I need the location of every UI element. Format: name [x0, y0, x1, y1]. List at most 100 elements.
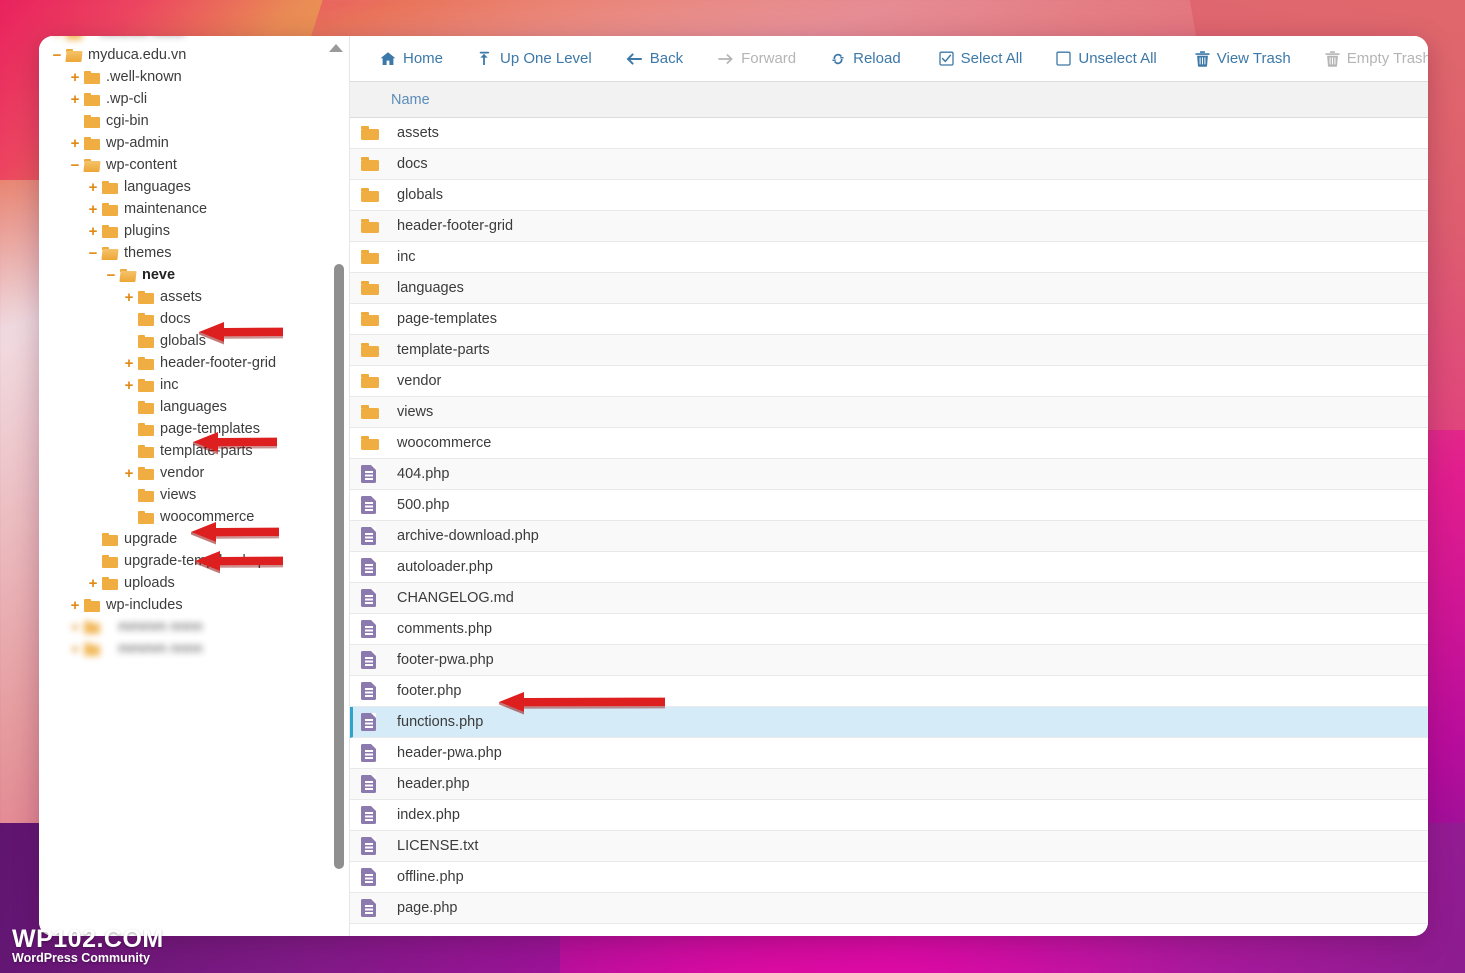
tree-item-globals[interactable]: globals	[39, 330, 335, 352]
tree-item-myduca-edu-vn[interactable]: − myduca.edu.vn	[39, 44, 335, 66]
tree-item-inc[interactable]: + inc	[39, 374, 335, 396]
file-name: 404.php	[397, 465, 450, 482]
table-row[interactable]: header-pwa.php	[350, 738, 1428, 769]
tree-item-assets[interactable]: + assets	[39, 286, 335, 308]
table-row[interactable]: 500.php	[350, 490, 1428, 521]
expand-icon[interactable]: +	[51, 36, 63, 41]
toolbar-reload-button[interactable]: Reload	[813, 36, 918, 82]
tree-item-wp-includes[interactable]: + wp-includes	[39, 594, 335, 616]
table-row[interactable]: docs	[350, 149, 1428, 180]
tree-item-cgi-bin[interactable]: cgi-bin	[39, 110, 335, 132]
table-row[interactable]: vendor	[350, 366, 1428, 397]
expand-icon[interactable]: +	[123, 466, 135, 481]
table-row[interactable]: footer.php	[350, 676, 1428, 707]
expand-icon[interactable]: +	[87, 576, 99, 591]
toolbar-unselect-all-button[interactable]: Unselect All	[1039, 36, 1173, 82]
folder-icon	[102, 202, 118, 216]
table-row[interactable]: languages	[350, 273, 1428, 304]
table-row[interactable]: header.php	[350, 769, 1428, 800]
tree-item-neve[interactable]: − neve	[39, 264, 335, 286]
table-row[interactable]: functions.php	[350, 707, 1428, 738]
tree-item-plugins[interactable]: + plugins	[39, 220, 335, 242]
expand-icon[interactable]: +	[123, 378, 135, 393]
scroll-up-arrow-icon[interactable]	[329, 44, 343, 52]
table-row[interactable]: inc	[350, 242, 1428, 273]
collapse-icon[interactable]: −	[105, 268, 117, 283]
tree-item-maintenance[interactable]: + maintenance	[39, 198, 335, 220]
table-row[interactable]: header-footer-grid	[350, 211, 1428, 242]
tree-item[interactable]: + mmmm nnnn	[39, 638, 335, 660]
tree-item--well-known[interactable]: + .well-known	[39, 66, 335, 88]
tree-item--wp-cli[interactable]: + .wp-cli	[39, 88, 335, 110]
tree-item-wp-content[interactable]: − wp-content	[39, 154, 335, 176]
tree-item-header-footer-grid[interactable]: + header-footer-grid	[39, 352, 335, 374]
toolbar-home-button[interactable]: Home	[363, 36, 460, 82]
folder-icon	[102, 180, 118, 194]
tree-item-label: template-parts	[160, 442, 253, 459]
table-row[interactable]: offline.php	[350, 862, 1428, 893]
expand-icon[interactable]: +	[87, 180, 99, 195]
sidebar-scrollbar[interactable]	[329, 36, 347, 936]
expand-icon[interactable]: +	[69, 136, 81, 151]
tree-item-upgrade[interactable]: upgrade	[39, 528, 335, 550]
table-row[interactable]: autoloader.php	[350, 552, 1428, 583]
collapse-icon[interactable]: −	[69, 158, 81, 173]
toolbar-back-button[interactable]: Back	[609, 36, 700, 82]
expand-icon[interactable]: +	[123, 356, 135, 371]
tree-item-template-parts[interactable]: template-parts	[39, 440, 335, 462]
table-row[interactable]: globals	[350, 180, 1428, 211]
tree-item-languages[interactable]: + languages	[39, 176, 335, 198]
tree-item-themes[interactable]: − themes	[39, 242, 335, 264]
expand-icon[interactable]: +	[69, 620, 81, 635]
tree-item-uploads[interactable]: + uploads	[39, 572, 335, 594]
table-row[interactable]: page.php	[350, 893, 1428, 924]
tree-item-languages[interactable]: languages	[39, 396, 335, 418]
tree-item-label: cgi-bin	[106, 112, 149, 129]
arrow-left-icon	[626, 51, 643, 67]
tree-item-label: assets	[160, 288, 202, 305]
tree-item-wp-admin[interactable]: + wp-admin	[39, 132, 335, 154]
expand-icon[interactable]: +	[87, 202, 99, 217]
expand-icon[interactable]: +	[123, 290, 135, 305]
table-row[interactable]: CHANGELOG.md	[350, 583, 1428, 614]
table-row[interactable]: footer-pwa.php	[350, 645, 1428, 676]
collapse-icon[interactable]: −	[51, 48, 63, 63]
file-icon	[361, 682, 379, 700]
table-row[interactable]: page-templates	[350, 304, 1428, 335]
table-row[interactable]: 404.php	[350, 459, 1428, 490]
tree-item-vendor[interactable]: + vendor	[39, 462, 335, 484]
table-row[interactable]: comments.php	[350, 614, 1428, 645]
expand-icon[interactable]: +	[69, 642, 81, 657]
table-row[interactable]: views	[350, 397, 1428, 428]
tree-item[interactable]: + mmmm nnnn	[39, 36, 335, 44]
table-row[interactable]: woocommerce	[350, 428, 1428, 459]
table-row[interactable]: assets	[350, 118, 1428, 149]
table-row[interactable]: archive-download.php	[350, 521, 1428, 552]
toolbar-up-one-level-button[interactable]: Up One Level	[460, 36, 609, 82]
table-row[interactable]: index.php	[350, 800, 1428, 831]
table-row[interactable]: LICENSE.txt	[350, 831, 1428, 862]
folder-icon	[84, 642, 100, 656]
tree-item-upgrade-temp-backup[interactable]: upgrade-temp-backup	[39, 550, 335, 572]
tree-item-page-templates[interactable]: page-templates	[39, 418, 335, 440]
tree-item-label: themes	[124, 244, 172, 261]
folder-icon	[361, 126, 379, 140]
expand-icon[interactable]: +	[69, 92, 81, 107]
toolbar-view-trash-button[interactable]: View Trash	[1178, 36, 1308, 82]
tree-item-woocommerce[interactable]: woocommerce	[39, 506, 335, 528]
collapse-icon[interactable]: −	[87, 246, 99, 261]
sidebar-scrollbar-thumb[interactable]	[334, 264, 344, 869]
tree-item-docs[interactable]: docs	[39, 308, 335, 330]
expand-icon[interactable]: +	[69, 598, 81, 613]
tree-item[interactable]: + mmmm nnnn	[39, 616, 335, 638]
expand-icon[interactable]: +	[87, 224, 99, 239]
folder-icon	[102, 224, 118, 238]
table-row[interactable]: template-parts	[350, 335, 1428, 366]
expand-icon[interactable]: +	[69, 70, 81, 85]
tree-item-label: mmmm nnnn	[106, 618, 203, 635]
tree-item-views[interactable]: views	[39, 484, 335, 506]
column-header-name[interactable]: Name	[350, 92, 430, 108]
file-icon	[361, 558, 379, 576]
toolbar-select-all-button[interactable]: Select All	[922, 36, 1040, 82]
file-icon	[361, 868, 379, 886]
